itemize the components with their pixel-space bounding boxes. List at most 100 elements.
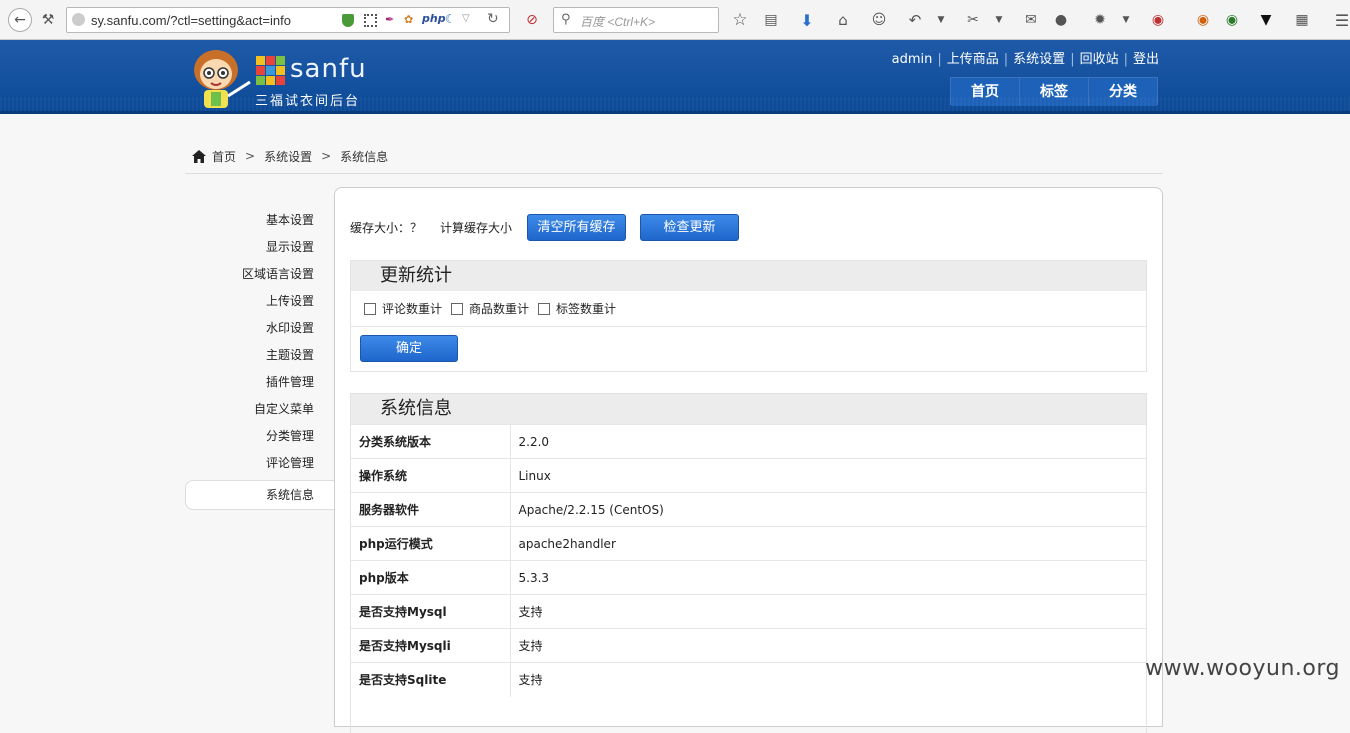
home-icon — [192, 149, 206, 163]
feather-icon[interactable]: ✒ — [385, 13, 394, 26]
addon-red-icon[interactable]: ◉ — [1147, 9, 1169, 31]
sidebar-item-custom-menu[interactable]: 自定义菜单 — [185, 397, 335, 424]
table-row: 是否支持Sqlite 支持 — [351, 662, 1146, 697]
info-key: 服务器软件 — [351, 492, 511, 527]
green-shield-icon[interactable]: ◉ — [1221, 9, 1243, 31]
nav-categories[interactable]: 分类 — [1089, 78, 1157, 106]
user-link[interactable]: admin — [892, 52, 933, 67]
system-info-box: 系统信息 分类系统版本 2.2.0 操作系统 Linux 服务器软件 Apache/2.2… — [350, 393, 1147, 733]
bug-dropdown-icon[interactable]: ▼ — [1115, 9, 1137, 31]
nav-tags[interactable]: 标签 — [1020, 78, 1089, 106]
recount-comments-label: 评论数重计 — [382, 302, 443, 316]
info-value: apache2handler — [510, 526, 1146, 561]
calc-cache-link[interactable]: 计算缓存大小 — [440, 219, 512, 236]
moon-icon[interactable]: ☾ — [445, 12, 456, 26]
system-info-title: 系统信息 — [351, 394, 1146, 424]
table-row: php版本 5.3.3 — [351, 560, 1146, 595]
table-row: 分类系统版本 2.2.0 — [351, 424, 1146, 459]
firebug-icon[interactable]: ◉ — [1192, 9, 1214, 31]
php-icon[interactable]: php — [422, 12, 446, 25]
browser-toolbar: ← ⚒ sy.sanfu.com/?ctl=setting&act=info ✒… — [0, 0, 1350, 40]
recycle-link[interactable]: 回收站 — [1080, 52, 1119, 67]
avatar-icon[interactable]: ● — [1050, 9, 1072, 31]
chat-icon[interactable]: ☺ — [868, 9, 890, 31]
bookmark-star-icon[interactable]: ☆ — [729, 9, 751, 31]
clear-cache-button[interactable]: 清空所有缓存 — [527, 214, 627, 241]
recount-options: 评论数重计 商品数重计 标签数重计 — [351, 291, 1146, 327]
logout-link[interactable]: 登出 — [1133, 52, 1159, 67]
sidebar-item-display[interactable]: 显示设置 — [185, 235, 335, 262]
info-key: php版本 — [351, 560, 511, 595]
breadcrumb-divider — [185, 173, 1163, 174]
globe-icon — [72, 13, 85, 26]
noscript-icon[interactable]: ▼ — [1255, 9, 1277, 31]
grid-icon[interactable]: ▦ — [1291, 9, 1313, 31]
info-value: 支持 — [510, 628, 1146, 663]
info-value: 支持 — [510, 662, 1146, 697]
search-input: 百度 <Ctrl+K> — [580, 15, 656, 29]
bug-icon[interactable]: ✹ — [1089, 9, 1111, 31]
breadcrumb-settings[interactable]: 系统设置 — [264, 148, 312, 165]
breadcrumb: 首页 > 系统设置 > 系统信息 — [192, 146, 388, 166]
shield-icon[interactable] — [342, 14, 354, 27]
breadcrumb-home[interactable]: 首页 — [212, 148, 236, 165]
upload-link[interactable]: 上传商品 — [947, 52, 999, 67]
tools-icon[interactable]: ⚒ — [37, 9, 59, 31]
confirm-row: 确定 — [351, 327, 1146, 362]
sidebar-item-system-info[interactable]: 系统信息 — [185, 480, 335, 510]
cache-row: 缓存大小：？ 计算缓存大小 清空所有缓存 检查更新 — [350, 214, 740, 241]
sidebar-item-comments[interactable]: 评论管理 — [185, 451, 335, 478]
download-icon[interactable]: ⬇ — [796, 9, 818, 31]
reload-icon[interactable]: ↻ — [487, 11, 499, 27]
settings-sidebar: 基本设置 显示设置 区域语言设置 上传设置 水印设置 主题设置 插件管理 自定义… — [185, 208, 335, 510]
site-header: sanfu 三福试衣间后台 admin | 上传商品 | 系统设置 | 回收站 | 登出 首页 … — [0, 40, 1350, 114]
recount-products-label: 商品数重计 — [469, 302, 530, 316]
check-update-button[interactable]: 检查更新 — [640, 214, 740, 241]
settings-link[interactable]: 系统设置 — [1013, 52, 1065, 67]
info-value: Apache/2.2.15 (CentOS) — [510, 492, 1146, 527]
table-row: 服务器软件 Apache/2.2.15 (CentOS) — [351, 492, 1146, 527]
home-icon[interactable]: ⌂ — [832, 9, 854, 31]
crop-icon[interactable]: ✂ — [962, 9, 984, 31]
reading-list-icon[interactable]: ▤ — [760, 9, 782, 31]
info-value: 2.2.0 — [510, 424, 1146, 459]
table-row: php运行模式 apache2handler — [351, 526, 1146, 561]
sidebar-item-theme[interactable]: 主题设置 — [185, 343, 335, 370]
update-stats-title: 更新统计 — [351, 261, 1146, 291]
search-bar[interactable]: ⚲ 百度 <Ctrl+K> — [553, 7, 719, 33]
breadcrumb-separator: > — [321, 149, 332, 163]
flower-icon[interactable]: ✿ — [404, 13, 413, 26]
brand-subtitle: 三福试衣间后台 — [255, 94, 361, 109]
nav-home[interactable]: 首页 — [951, 78, 1020, 106]
sidebar-item-categories[interactable]: 分类管理 — [185, 424, 335, 451]
recount-comments-checkbox[interactable] — [364, 302, 376, 315]
adblock-icon[interactable]: ⊘ — [521, 9, 543, 31]
back-icon[interactable]: ← — [8, 8, 32, 32]
qrcode-icon[interactable] — [364, 14, 377, 27]
sidebar-item-region-language[interactable]: 区域语言设置 — [185, 262, 335, 289]
sidebar-item-upload[interactable]: 上传设置 — [185, 289, 335, 316]
crop-dropdown-icon[interactable]: ▼ — [988, 9, 1010, 31]
comment-icon[interactable]: ✉ — [1020, 9, 1042, 31]
dropdown-icon[interactable]: ▽ — [462, 13, 470, 24]
undo-dropdown-icon[interactable]: ▼ — [930, 9, 952, 31]
sidebar-item-plugins[interactable]: 插件管理 — [185, 370, 335, 397]
main-nav: 首页 标签 分类 — [950, 77, 1158, 106]
recount-tags-checkbox[interactable] — [538, 302, 551, 315]
main-panel: 缓存大小：？ 计算缓存大小 清空所有缓存 检查更新 更新统计 评论数重计 商品数… — [334, 187, 1163, 733]
brand-name: sanfu — [290, 54, 367, 84]
url-bar[interactable]: sy.sanfu.com/?ctl=setting&act=info ✒ ✿ p… — [66, 7, 510, 33]
sidebar-item-basic[interactable]: 基本设置 — [185, 208, 335, 235]
url-text: sy.sanfu.com/?ctl=setting&act=info — [91, 13, 291, 28]
recount-products-checkbox[interactable] — [451, 302, 464, 315]
cache-size-label: 缓存大小：？ — [350, 221, 423, 235]
undo-icon[interactable]: ↶ — [904, 9, 926, 31]
sidebar-item-watermark[interactable]: 水印设置 — [185, 316, 335, 343]
confirm-button[interactable]: 确定 — [360, 335, 458, 362]
info-value: Linux — [510, 458, 1146, 493]
top-links: admin | 上传商品 | 系统设置 | 回收站 | 登出 — [892, 48, 1159, 67]
info-value: 支持 — [510, 594, 1146, 629]
separator: | — [937, 52, 942, 67]
info-key: 分类系统版本 — [351, 424, 511, 459]
menu-icon[interactable]: ☰ — [1331, 9, 1350, 31]
